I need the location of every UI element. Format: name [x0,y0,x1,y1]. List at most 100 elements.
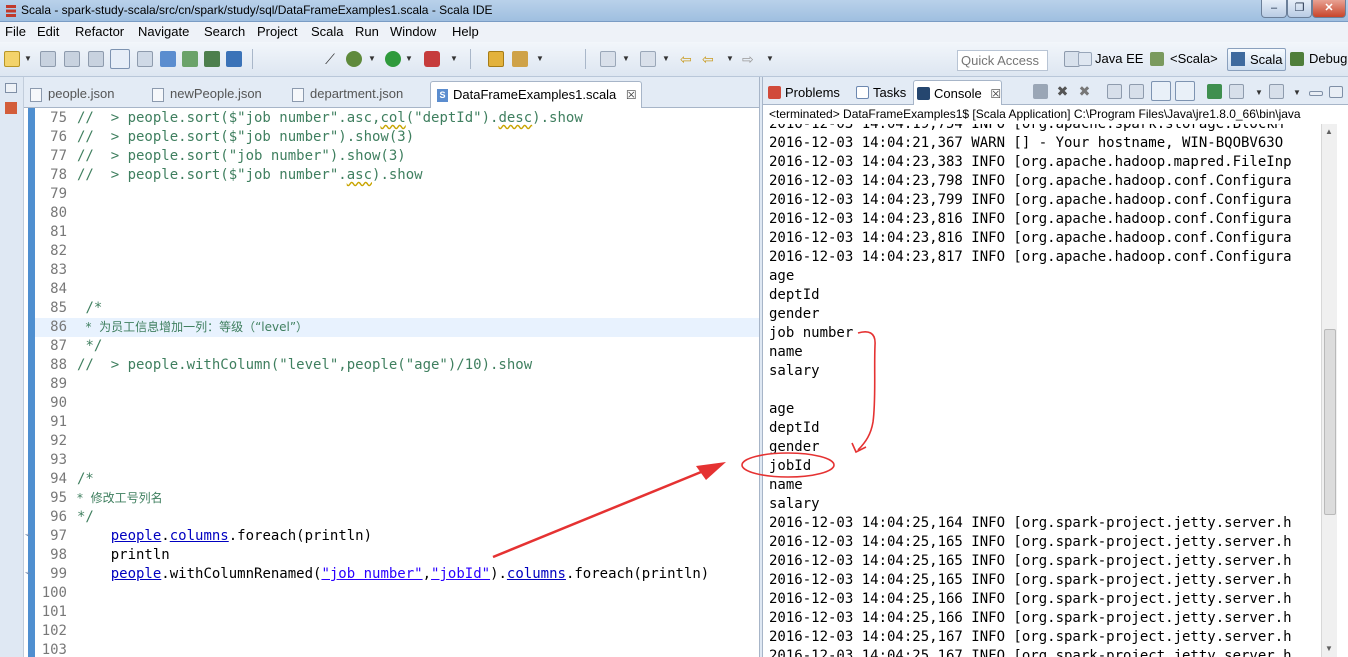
terminate-icon[interactable] [1033,84,1048,99]
new-icon[interactable] [4,51,20,67]
console-line: 2016-12-03 14:04:25,164 INFO [org.spark-… [769,515,1292,531]
menu-file[interactable]: File [5,24,26,39]
open-folder-icon[interactable] [488,51,504,67]
open-type-icon[interactable] [160,51,176,67]
debug-dropdown-arrow-icon[interactable]: ▼ [368,54,376,63]
maximize-view-icon[interactable] [1329,86,1343,98]
pencil-dropdown-arrow-icon[interactable]: ▼ [536,54,544,63]
tab-console[interactable]: Console ☒ [913,80,1003,105]
menu-project[interactable]: Project [257,24,297,39]
run-icon[interactable] [385,51,401,67]
toggle-mark-occurrences-icon[interactable] [110,49,130,69]
package-explorer-icon[interactable] [5,102,17,114]
code-line: 87 */ [50,338,103,354]
quick-access-input[interactable] [957,50,1048,71]
restore-icon[interactable] [5,83,17,93]
tab-label: Problems [785,85,840,100]
perspective-debug[interactable]: Debug [1309,51,1347,66]
forward-dropdown-arrow-icon[interactable]: ▼ [766,54,774,63]
menu-search[interactable]: Search [204,24,245,39]
warning-marker-icon[interactable]: ⌁ [25,530,33,542]
menu-refactor[interactable]: Refactor [75,24,124,39]
perspective-scala-angle[interactable]: <Scala> [1170,51,1218,66]
last-edit-location-icon[interactable]: ⇦ [680,51,696,67]
close-tab-icon[interactable]: ☒ [626,88,637,102]
close-tab-icon[interactable]: ☒ [990,87,1001,101]
external-tools-icon[interactable] [424,51,440,67]
tab-label: people.json [48,86,115,101]
code-line: 85 /* [50,300,103,316]
console-line: 2016-12-03 14:04:23,798 INFO [org.apache… [769,173,1292,189]
print-icon[interactable] [88,51,104,67]
clear-console-icon[interactable] [1107,84,1122,99]
console-line: 2016-12-03 14:04:23,816 INFO [org.apache… [769,211,1292,227]
tab-tasks[interactable]: Tasks [853,83,906,105]
scroll-down-arrow-icon[interactable]: ▼ [1325,644,1333,653]
problems-icon [768,86,781,99]
show-on-stdout-icon[interactable] [1151,81,1171,101]
forward-icon[interactable]: ⇨ [742,51,758,67]
scroll-up-arrow-icon[interactable]: ▲ [1325,127,1333,136]
menu-navigate[interactable]: Navigate [138,24,189,39]
code-editor[interactable]: 75// > people.sort($"job number".asc,col… [24,108,759,657]
next-annotation-icon[interactable] [600,51,616,67]
console-launch-info: <terminated> DataFrameExamples1$ [Scala … [763,105,1348,124]
tab-label: department.json [310,86,404,101]
minimized-views-strip [0,77,24,657]
menu-edit[interactable]: Edit [37,24,59,39]
debug-icon[interactable] [346,51,362,67]
next-annotation-dropdown-arrow-icon[interactable]: ▼ [622,54,630,63]
tab-department-json[interactable]: department.json [288,84,407,108]
code-line: 100 [41,585,67,601]
remove-all-terminated-icon[interactable]: ✖ [1077,84,1092,99]
menu-scala[interactable]: Scala [311,24,344,39]
new-scala-class-icon[interactable] [182,51,198,67]
console-line: name [769,477,803,493]
console-output[interactable]: 2016-12-03 14:04:19,754 INFO [org.apache… [763,124,1321,657]
console-line: jobId [769,458,812,474]
previous-annotation-dropdown-arrow-icon[interactable]: ▼ [662,54,670,63]
new-scala-package-icon[interactable] [204,51,220,67]
tab-problems[interactable]: Problems [765,83,840,105]
new-dropdown-arrow-icon[interactable]: ▼ [24,54,32,63]
show-on-stderr-icon[interactable] [1175,81,1195,101]
code-line: 93 [50,452,67,468]
remove-launch-icon[interactable]: ✖ [1055,84,1070,99]
external-tools-dropdown-arrow-icon[interactable]: ▼ [450,54,458,63]
pin-console-icon[interactable] [1207,84,1222,99]
skip-breakpoints-icon[interactable]: ⟋ [322,51,338,67]
display-console-dropdown-arrow-icon[interactable]: ▼ [1255,88,1263,97]
back-dropdown-arrow-icon[interactable]: ▼ [726,54,734,63]
pencil-icon[interactable] [512,51,528,67]
perspective-scala-active[interactable]: Scala [1227,48,1286,71]
tab-newpeople-json[interactable]: newPeople.json [148,84,266,108]
open-console-dropdown-arrow-icon[interactable]: ▼ [1293,88,1301,97]
console-scrollbar[interactable]: ▲ ▼ [1321,124,1337,657]
title-bar: Scala - spark-study-scala/src/cn/spark/s… [0,0,1348,22]
open-console-icon[interactable] [1269,84,1284,99]
menu-help[interactable]: Help [452,24,479,39]
scroll-lock-icon[interactable] [1129,84,1144,99]
previous-annotation-icon[interactable] [640,51,656,67]
tab-people-json[interactable]: people.json [26,84,119,108]
display-selected-console-icon[interactable] [1229,84,1244,99]
minimize-view-icon[interactable] [1309,91,1323,96]
console-panel: Problems Tasks Console ☒ ✖ ✖ ▼ ▼ <termin… [762,77,1348,657]
perspective-java-ee[interactable]: Java EE [1095,51,1143,66]
toggle-block-icon[interactable] [137,51,153,67]
warning-marker-icon[interactable]: ⌁ [25,568,33,580]
scrollbar-thumb[interactable] [1324,329,1336,515]
save-icon[interactable] [40,51,56,67]
back-icon[interactable]: ⇦ [702,51,718,67]
close-window-button[interactable]: ✕ [1312,0,1346,18]
menu-window[interactable]: Window [390,24,436,39]
code-line-current: 86 * 为员工信息增加一列：等级（“level”） [35,318,759,337]
console-line: 2016-12-03 14:04:25,166 INFO [org.spark-… [769,610,1292,626]
menu-run[interactable]: Run [355,24,379,39]
new-scala-object-icon[interactable] [226,51,242,67]
maximize-button[interactable]: ❐ [1287,0,1312,18]
tab-dataframeexamples1-scala[interactable]: S DataFrameExamples1.scala ☒ [430,81,642,108]
run-dropdown-arrow-icon[interactable]: ▼ [405,54,413,63]
minimize-button[interactable]: – [1261,0,1287,18]
save-all-icon[interactable] [64,51,80,67]
